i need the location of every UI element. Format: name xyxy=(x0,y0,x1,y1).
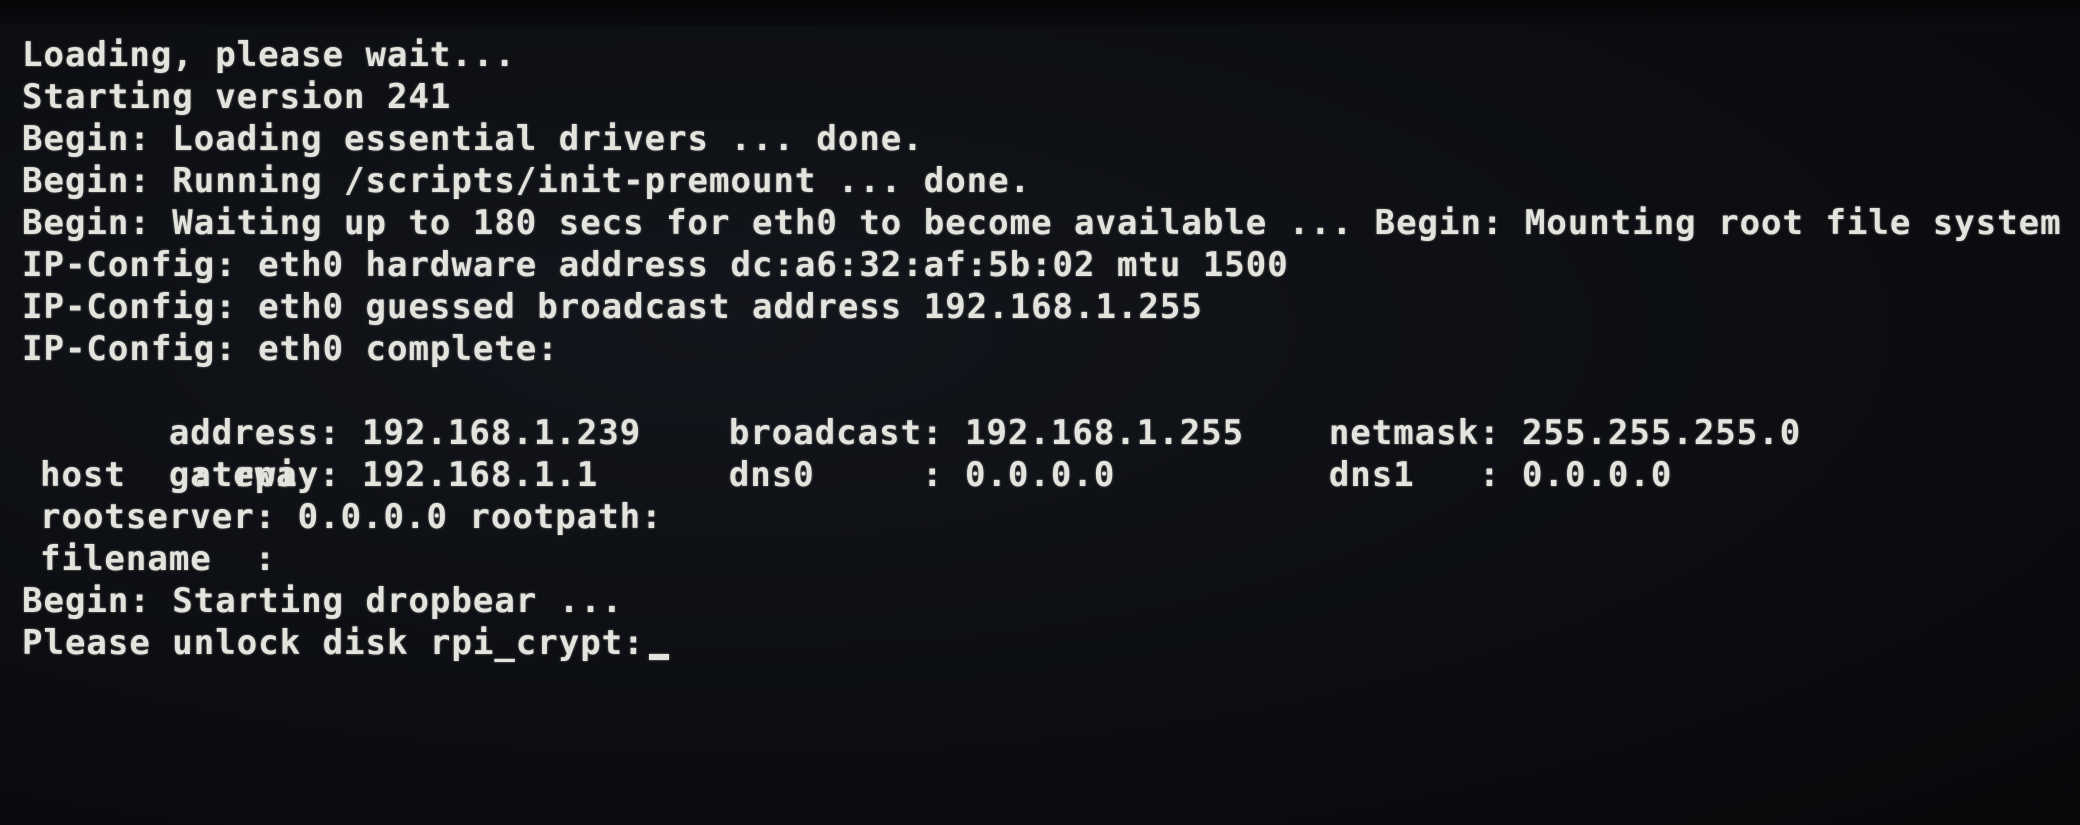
unlock-prompt: Please unlock disk rpi_crypt: xyxy=(22,623,645,663)
text-cursor[interactable] xyxy=(648,654,669,660)
net-filename: filename : xyxy=(40,539,277,579)
console-line-drivers: Begin: Loading essential drivers ... don… xyxy=(22,119,924,159)
console-output: Loading, please wait... Starting version… xyxy=(22,34,2062,694)
net-dns0: dns0 : 0.0.0.0 xyxy=(728,455,1116,495)
console-line-waiting-eth0: Begin: Waiting up to 180 secs for eth0 t… xyxy=(22,203,2062,243)
console-line-premount: Begin: Running /scripts/init-premount ..… xyxy=(22,161,1032,201)
console-line-version: Starting version 241 xyxy=(22,77,452,117)
console-line-loading: Loading, please wait... xyxy=(22,35,516,75)
net-rootserver: rootserver: 0.0.0.0 rootpath: xyxy=(40,497,663,537)
net-netmask: netmask: 255.255.255.0 xyxy=(1328,413,1802,453)
console-line-hw-address: IP-Config: eth0 hardware address dc:a6:3… xyxy=(22,245,1289,285)
unlock-prompt-line[interactable]: Please unlock disk rpi_crypt: xyxy=(22,622,2062,664)
console-line-dropbear: Begin: Starting dropbear ... xyxy=(22,581,624,621)
net-address: address: 192.168.1.239 xyxy=(168,413,642,453)
console-line-ipconfig-complete: IP-Config: eth0 complete: xyxy=(22,329,559,369)
net-broadcast: broadcast: 192.168.1.255 xyxy=(728,413,1245,453)
monitor-bezel xyxy=(0,0,2080,26)
net-row-address: address: 192.168.1.239 broadcast: 192.168… xyxy=(22,370,2062,453)
console-line-broadcast-guess: IP-Config: eth0 guessed broadcast addres… xyxy=(22,287,1203,327)
boot-console-screen: Loading, please wait... Starting version… xyxy=(0,0,2080,825)
net-dns1: dns1 : 0.0.0.0 xyxy=(1328,455,1673,495)
